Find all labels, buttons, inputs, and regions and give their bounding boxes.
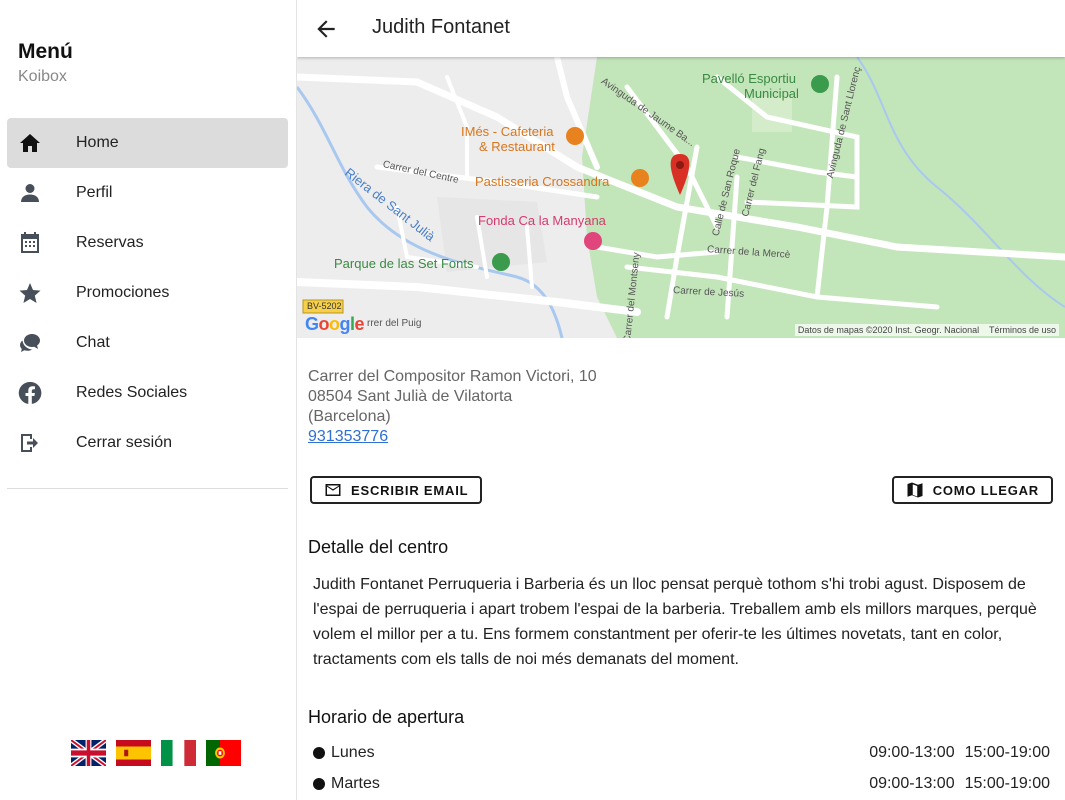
uk-flag-icon[interactable] [71,740,106,766]
address-line-2: 08504 Sant Julià de Vilatorta [308,388,513,405]
map-label-road: BV-5202 [307,301,342,311]
sidebar-item-promociones[interactable]: Promociones [7,268,288,318]
chat-icon [7,331,53,355]
language-selector [71,740,241,766]
hours-row: Martes 09:00-13:00 15:00-19:00 [313,772,1050,796]
hours-afternoon: 15:00-19:00 [964,744,1050,761]
map-label-carrer-puig: rrer del Puig [367,318,422,329]
google-logo: Google [305,314,365,334]
map-attribution: Datos de mapas ©2020 Inst. Geogr. Nacion… [794,324,1059,336]
italy-flag-icon[interactable] [161,740,196,766]
map-label-pavello: Pavelló Esportiu [702,71,796,86]
write-email-label: ESCRIBIR EMAIL [351,482,469,498]
map-terms-link[interactable]: Términos de uso [989,325,1056,335]
sidebar-item-redes-sociales[interactable]: Redes Sociales [7,368,288,418]
sidebar: Menú Koibox Home Perfil Reservas Promoci… [0,0,297,800]
portugal-flag-icon[interactable] [206,740,241,766]
spain-flag-icon[interactable] [116,740,151,766]
directions-button[interactable]: COMO LLEGAR [891,476,1053,504]
hours-day: Lunes [331,744,375,761]
hours-morning: 09:00-13:00 [869,775,955,792]
menu-title: Menú [18,40,73,63]
sidebar-item-label: Perfil [76,184,113,201]
map-label-restaurant: & Restaurant [479,139,555,154]
hours-title: Horario de apertura [308,707,465,727]
map-label-pastisseria: Pastisseria Crossandra [475,174,610,189]
map-label-parque: Parque de las Set Fonts [334,256,474,271]
home-icon [7,131,53,155]
sidebar-item-label: Home [76,134,119,151]
page-title: Judith Fontanet [372,16,510,38]
logout-icon [7,431,53,455]
person-icon [7,181,53,205]
bullet-icon [313,778,325,790]
sidebar-item-label: Cerrar sesión [76,434,173,451]
arrow-back-icon [317,20,335,38]
bullet-icon [313,747,325,759]
facebook-icon [7,381,53,405]
sidebar-item-reservas[interactable]: Reservas [7,218,288,268]
app-bar: Judith Fontanet [297,0,1065,57]
location-map[interactable]: Pavelló Esportiu Municipal IMés - Cafete… [297,57,1065,338]
sidebar-item-perfil[interactable]: Perfil [7,168,288,218]
map-attribution-text: Datos de mapas ©2020 Inst. Geogr. Nacion… [797,325,980,335]
main-content: Judith Fontanet Pavelló Esportiu Municip… [297,0,1065,800]
sidebar-item-cerrar-sesion[interactable]: Cerrar sesión [7,418,288,468]
hours-row: Lunes 09:00-13:00 15:00-19:00 [313,741,1050,765]
star-icon [7,281,53,305]
sidebar-item-label: Redes Sociales [76,384,188,401]
detail-description: Judith Fontanet Perruqueria i Barberia é… [313,576,1037,668]
hours-morning: 09:00-13:00 [869,744,955,761]
sidebar-item-chat[interactable]: Chat [7,318,288,368]
phone-link[interactable]: 931353776 [308,428,388,445]
write-email-button[interactable]: ESCRIBIR EMAIL [310,476,483,504]
map-icon [907,482,923,498]
map-label-municipal: Municipal [744,86,799,101]
address-block: Carrer del Compositor Ramon Victori, 10 … [308,367,597,447]
address-line-1: Carrer del Compositor Ramon Victori, 10 [308,368,597,385]
sidebar-item-label: Promociones [76,284,170,301]
address-line-3: (Barcelona) [308,408,391,425]
directions-label: COMO LLEGAR [932,482,1039,498]
sidebar-divider [7,488,288,489]
calendar-icon [7,231,53,255]
back-button[interactable] [313,16,339,42]
sidebar-item-label: Chat [76,334,110,351]
sidebar-item-label: Reservas [76,234,144,251]
hours-afternoon: 15:00-19:00 [964,775,1050,792]
map-label-imes: IMés - Cafeteria [461,124,554,139]
detail-title: Detalle del centro [308,537,449,557]
map-label-fonda: Fonda Ca la Manyana [478,213,606,228]
menu-subtitle: Koibox [18,68,67,85]
email-icon [325,484,341,496]
hours-day: Martes [331,775,380,792]
sidebar-nav: Home Perfil Reservas Promociones Chat Re… [7,118,288,468]
sidebar-item-home[interactable]: Home [7,118,288,168]
